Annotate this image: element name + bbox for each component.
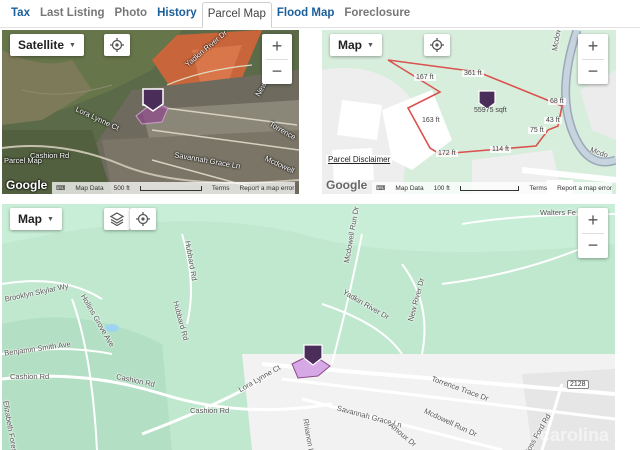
plus-icon[interactable]: +: [262, 34, 292, 59]
street-label: Cashion Rd: [190, 406, 230, 415]
locate-button[interactable]: [424, 34, 450, 56]
home-marker-icon[interactable]: [303, 344, 323, 366]
crosshair-icon: [136, 212, 150, 226]
map-footer: ⌨ Map Data 500 ft Terms Report a map err…: [52, 182, 295, 194]
map-footer: ⌨ Map Data 100 ft Terms Report a map err…: [372, 182, 612, 194]
zoom-control[interactable]: + −: [262, 34, 292, 84]
route-shield: 2128: [567, 380, 589, 389]
tab-tax[interactable]: Tax: [6, 7, 35, 27]
map-type-label: Map: [18, 212, 42, 226]
parcel-dimension: 163 ft: [420, 117, 442, 124]
home-marker-icon[interactable]: [142, 88, 164, 112]
keyboard-icon[interactable]: ⌨: [376, 184, 385, 192]
layers-button[interactable]: [104, 208, 130, 230]
tab-bar: Tax Last Listing Photo History Parcel Ma…: [0, 0, 640, 28]
map-data-link[interactable]: Map Data: [395, 185, 423, 192]
keyboard-icon[interactable]: ⌨: [56, 184, 65, 192]
scale-label: 500 ft: [113, 184, 130, 192]
terms-link[interactable]: Terms: [529, 185, 547, 192]
parcel-dimension: 43 ft: [544, 117, 562, 124]
google-logo: Google: [6, 178, 48, 192]
parcel-dimension: 167 ft: [414, 74, 436, 81]
locate-button[interactable]: [104, 34, 130, 56]
satellite-map[interactable]: Yadkin River Dr New River Dr Lora Lynne …: [2, 30, 299, 194]
map-type-dropdown[interactable]: Map ▼: [10, 208, 62, 230]
parcel-dimension: 361 ft: [462, 70, 484, 77]
crosshair-icon: [430, 38, 444, 52]
minus-icon[interactable]: −: [578, 60, 608, 85]
flood-basemap: [2, 204, 615, 450]
map-type-label: Satellite: [18, 38, 65, 52]
crosshair-icon: [110, 38, 124, 52]
tab-flood-map[interactable]: Flood Map: [272, 7, 340, 27]
parcel-dimension: 75 ft: [528, 127, 546, 134]
map-type-label: Map: [338, 38, 362, 52]
tab-foreclosure[interactable]: Foreclosure: [339, 7, 415, 27]
caret-down-icon: ▼: [367, 41, 374, 49]
caret-down-icon: ▼: [47, 215, 54, 223]
parcel-dimension: 114 ft: [490, 146, 511, 153]
report-link[interactable]: Report a map error: [557, 185, 612, 192]
parcel-dimension: 68 ft: [548, 98, 566, 105]
minus-icon[interactable]: −: [262, 60, 292, 85]
street-label: Parcel Map: [4, 156, 42, 165]
parcel-dimension: 172 ft: [436, 150, 458, 157]
scale-bar: [139, 185, 202, 191]
scale-label: 100 ft: [433, 184, 450, 192]
caret-down-icon: ▼: [69, 41, 76, 49]
street-label: Cashion Rd: [10, 372, 50, 381]
google-logo: Google: [326, 178, 368, 192]
map-data-link[interactable]: Map Data: [75, 185, 103, 192]
report-link[interactable]: Report a map error: [240, 185, 295, 192]
locate-button[interactable]: [130, 208, 156, 230]
street-label: Walters Fe: [540, 208, 576, 217]
scale-bar: [459, 185, 520, 191]
layers-icon: [110, 212, 124, 226]
map-type-dropdown[interactable]: Map ▼: [330, 34, 382, 56]
parcel-map[interactable]: 361 ft 167 ft 163 ft 172 ft 114 ft 68 ft…: [322, 30, 616, 194]
tab-history[interactable]: History: [152, 7, 202, 27]
plus-icon[interactable]: +: [578, 208, 608, 233]
parcel-area: 55975 sqft: [474, 107, 507, 114]
plus-icon[interactable]: +: [578, 34, 608, 59]
map-type-dropdown[interactable]: Satellite ▼: [10, 34, 84, 56]
minus-icon[interactable]: −: [578, 234, 608, 259]
watermark: carolina: [539, 425, 609, 445]
tab-photo[interactable]: Photo: [110, 7, 153, 27]
tab-last-listing[interactable]: Last Listing: [35, 7, 110, 27]
tab-parcel-map[interactable]: Parcel Map: [201, 2, 272, 28]
zoom-control[interactable]: + −: [578, 34, 608, 84]
flood-map[interactable]: Walters Fe Hubbard Rd Hubbard Rd Brookly…: [2, 204, 615, 450]
zoom-control[interactable]: + −: [578, 208, 608, 258]
parcel-disclaimer-link[interactable]: Parcel Disclaimer: [326, 155, 393, 164]
terms-link[interactable]: Terms: [212, 185, 230, 192]
